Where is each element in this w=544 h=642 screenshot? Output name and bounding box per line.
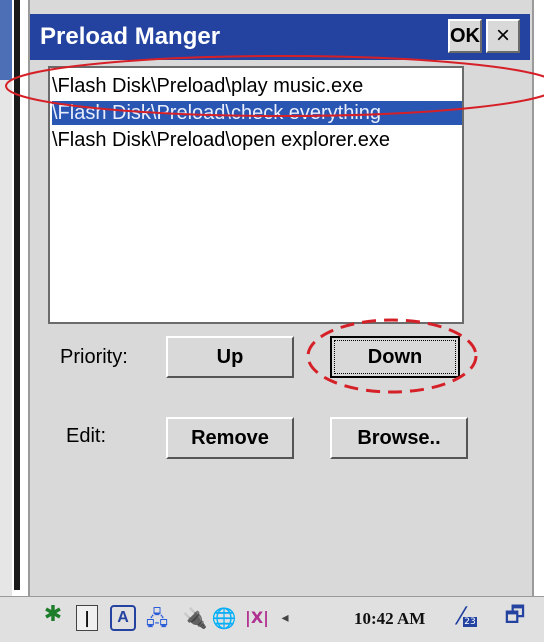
dialog-titlebar: Preload Manger OK × — [30, 14, 530, 60]
power-plug-icon[interactable]: 🔌 — [182, 606, 208, 630]
network-icon[interactable]: 🖧 — [140, 606, 174, 630]
list-item[interactable]: \Flash Disk\Preload\open explorer.exe — [52, 128, 462, 152]
background-window-edge — [0, 0, 12, 641]
volume-icon[interactable]: ◂ — [276, 606, 294, 630]
globe-icon[interactable]: 🌐 — [210, 606, 238, 630]
close-icon[interactable]: × — [486, 19, 520, 53]
preload-listbox[interactable]: \Flash Disk\Preload\play music.exe \Flas… — [48, 66, 464, 324]
edit-label: Edit: — [66, 425, 107, 447]
barcode-scanner-icon[interactable]: |X| — [240, 606, 274, 630]
keyboard-toggle-icon[interactable]: | — [76, 605, 98, 631]
up-button[interactable]: Up — [166, 336, 294, 378]
browse-button[interactable]: Browse.. — [330, 417, 468, 459]
input-mode-icon[interactable]: A — [110, 605, 136, 631]
desktop-switch-icon[interactable]: 🗗 — [500, 604, 530, 628]
battery-badge: 23 — [463, 617, 477, 627]
background-window-titlebar — [0, 0, 12, 80]
remove-button[interactable]: Remove — [166, 417, 294, 459]
start-windows-icon[interactable]: ✱ — [38, 603, 68, 627]
down-button[interactable]: Down — [330, 336, 460, 378]
battery-icon[interactable]: ⁄23 — [452, 604, 484, 628]
window-divider — [14, 0, 20, 590]
list-item[interactable]: \Flash Disk\Preload\play music.exe — [52, 74, 462, 98]
priority-label: Priority: — [60, 346, 128, 368]
dialog-title: Preload Manger — [40, 23, 221, 50]
clock[interactable]: 10:42 AM — [354, 609, 425, 629]
ok-button[interactable]: OK — [448, 19, 482, 53]
list-item-selected[interactable]: \Flash Disk\Preload\check everything — [52, 101, 462, 125]
